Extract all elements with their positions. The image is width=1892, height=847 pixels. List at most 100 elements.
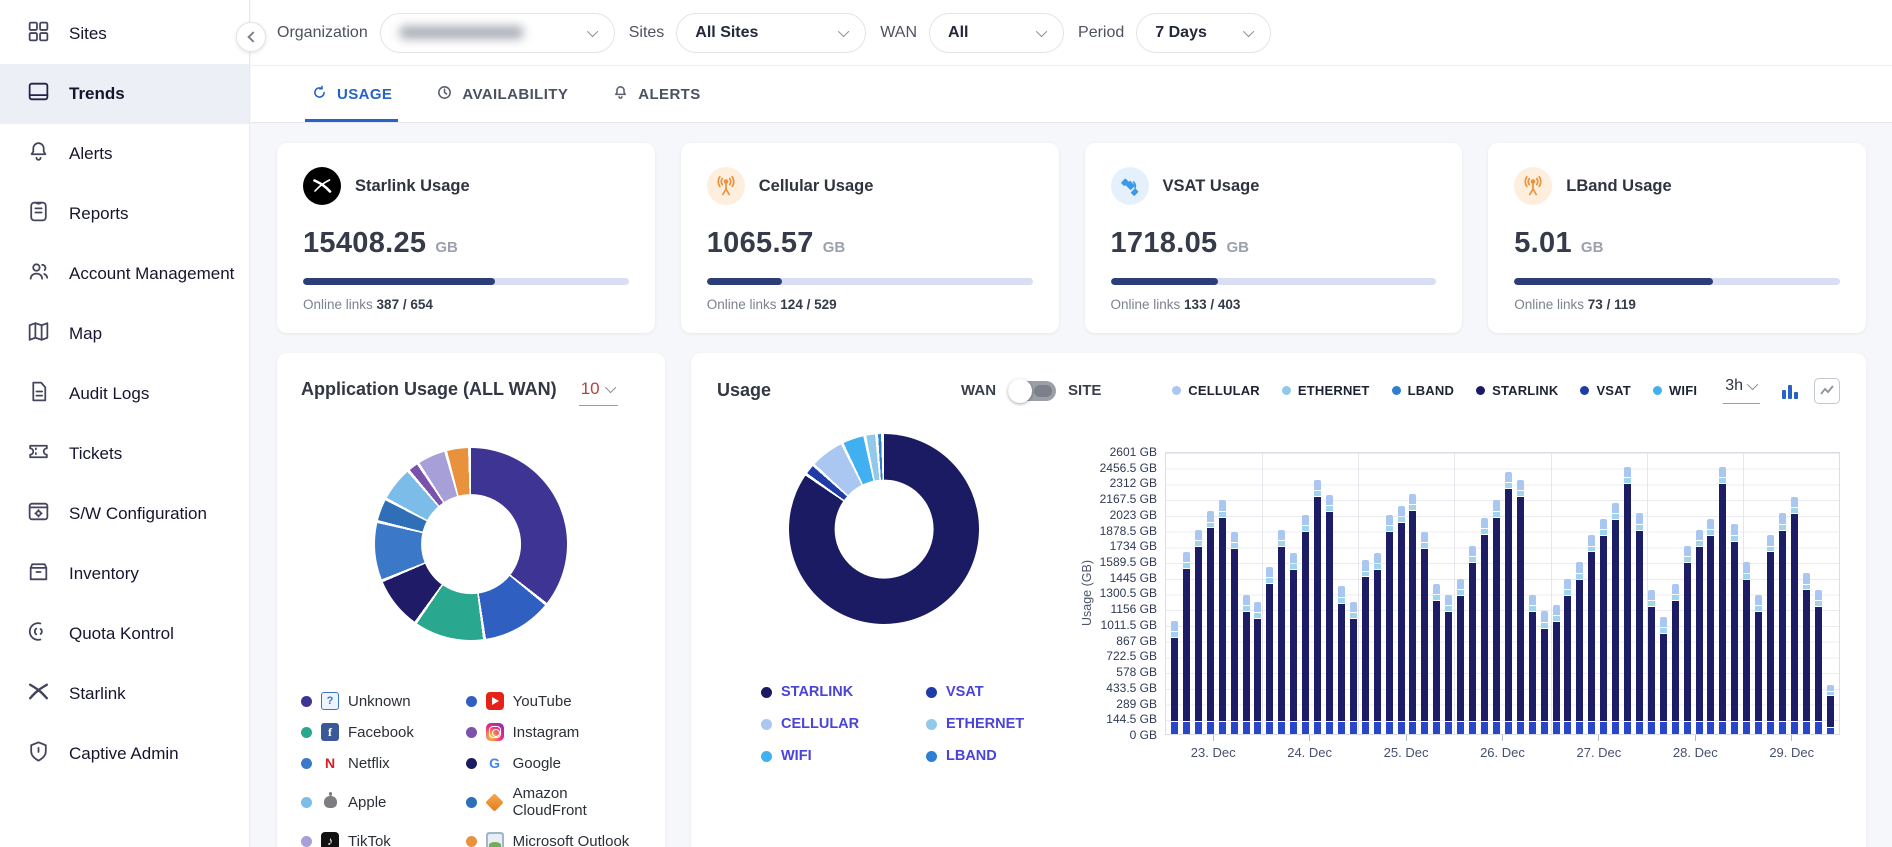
series-legend-lband[interactable]: LBAND [1392,383,1455,398]
usage-bar-21[interactable] [1421,532,1428,734]
app-legend-item-tiktok[interactable]: ♪TikTok [301,832,458,847]
usage-bar-3[interactable] [1207,511,1214,734]
usage-bar-34[interactable] [1576,562,1583,734]
usage-bar-23[interactable] [1445,595,1452,734]
usage-bar-28[interactable] [1505,472,1512,734]
series-legend-vsat[interactable]: VSAT [1580,383,1631,398]
usage-bar-42[interactable] [1672,584,1679,734]
tab-usage[interactable]: USAGE [311,66,392,122]
usage-bar-29[interactable] [1517,480,1524,734]
usage-bar-1[interactable] [1183,552,1190,734]
usage-bar-26[interactable] [1481,518,1488,734]
usage-legend-cellular[interactable]: CELLULAR [761,716,926,732]
wan-select[interactable]: All [929,13,1064,53]
usage-bar-53[interactable] [1803,573,1810,734]
usage-bar-32[interactable] [1553,605,1560,734]
usage-legend-starlink[interactable]: STARLINK [761,684,926,700]
sidebar-item-s-w-configuration[interactable]: S/W Configuration [0,484,249,544]
bar-chart-icon[interactable] [1780,381,1800,401]
usage-bar-39[interactable] [1636,513,1643,734]
sidebar-item-inventory[interactable]: Inventory [0,544,249,604]
sidebar-collapse-button[interactable] [236,22,266,52]
tab-availability[interactable]: AVAILABILITY [436,66,568,122]
organization-select[interactable] [380,13,615,53]
period-select[interactable]: 7 Days [1136,13,1271,53]
series-legend-starlink[interactable]: STARLINK [1476,383,1558,398]
usage-bar-43[interactable] [1684,546,1691,734]
series-legend-cellular[interactable]: CELLULAR [1172,383,1260,398]
usage-bar-10[interactable] [1290,553,1297,734]
sidebar-item-map[interactable]: Map [0,304,249,364]
usage-bar-2[interactable] [1195,530,1202,734]
series-legend-ethernet[interactable]: ETHERNET [1282,383,1370,398]
usage-bar-30[interactable] [1529,595,1536,734]
usage-bar-36[interactable] [1600,519,1607,734]
line-chart-icon[interactable] [1814,378,1840,404]
usage-bar-40[interactable] [1648,590,1655,734]
usage-bar-5[interactable] [1231,532,1238,734]
usage-donut-chart[interactable] [789,434,979,624]
usage-bar-16[interactable] [1362,560,1369,734]
usage-bar-20[interactable] [1409,494,1416,734]
usage-bar-19[interactable] [1398,506,1405,734]
app-legend-item-youtube[interactable]: YouTube [466,692,641,710]
usage-bar-44[interactable] [1696,530,1703,734]
usage-legend-wifi[interactable]: WIFI [761,748,926,764]
usage-bar-4[interactable] [1219,500,1226,734]
sidebar-item-trends[interactable]: Trends [0,64,249,124]
top-count-select[interactable]: 10 [579,379,618,406]
sidebar-item-alerts[interactable]: Alerts [0,124,249,184]
bar-chart-plot-area[interactable] [1165,452,1840,735]
usage-bar-47[interactable] [1731,524,1738,734]
app-legend-item-unknown[interactable]: ?Unknown [301,692,458,710]
usage-bar-27[interactable] [1493,500,1500,734]
sidebar-item-starlink[interactable]: Starlink [0,664,249,724]
usage-bar-35[interactable] [1588,535,1595,734]
usage-bar-14[interactable] [1338,586,1345,734]
usage-bar-11[interactable] [1302,515,1309,734]
app-legend-item-instagram[interactable]: Instagram [466,723,641,741]
usage-bar-24[interactable] [1457,579,1464,734]
usage-legend-vsat[interactable]: VSAT [926,684,1091,700]
usage-legend-ethernet[interactable]: ETHERNET [926,716,1091,732]
usage-bar-0[interactable] [1171,621,1178,734]
usage-bar-18[interactable] [1386,515,1393,734]
usage-bar-33[interactable] [1564,579,1571,734]
sites-select[interactable]: All Sites [676,13,866,53]
usage-bar-46[interactable] [1719,467,1726,734]
usage-bar-52[interactable] [1791,497,1798,734]
usage-bar-6[interactable] [1243,595,1250,734]
usage-bar-13[interactable] [1326,495,1333,734]
sidebar-item-audit-logs[interactable]: Audit Logs [0,364,249,424]
usage-bar-15[interactable] [1350,602,1357,734]
usage-bar-50[interactable] [1767,535,1774,734]
app-legend-item-facebook[interactable]: fFacebook [301,723,458,741]
usage-bar-8[interactable] [1266,567,1273,734]
app-legend-item-microsoft-outlook[interactable]: Microsoft Outlook [466,832,641,847]
wan-site-toggle[interactable] [1008,381,1056,401]
usage-bar-25[interactable] [1469,546,1476,734]
sidebar-item-quota-kontrol[interactable]: Quota Kontrol [0,604,249,664]
usage-bar-31[interactable] [1541,611,1548,734]
sidebar-item-reports[interactable]: Reports [0,184,249,244]
app-legend-item-apple[interactable]: Apple [301,785,458,819]
usage-bar-49[interactable] [1755,595,1762,734]
sidebar-item-account-management[interactable]: Account Management [0,244,249,304]
sidebar-item-tickets[interactable]: Tickets [0,424,249,484]
usage-bar-22[interactable] [1433,584,1440,734]
usage-bar-55[interactable] [1827,685,1834,734]
app-legend-item-google[interactable]: GGoogle [466,754,641,772]
sidebar-item-captive-admin[interactable]: Captive Admin [0,724,249,784]
usage-bar-37[interactable] [1612,503,1619,734]
application-usage-donut-chart[interactable] [375,448,567,640]
app-legend-item-amazon-cloudfront[interactable]: Amazon CloudFront [466,785,641,819]
usage-bar-45[interactable] [1707,519,1714,734]
app-legend-item-netflix[interactable]: NNetflix [301,754,458,772]
usage-legend-lband[interactable]: LBAND [926,748,1091,764]
usage-bar-48[interactable] [1743,562,1750,734]
usage-bar-17[interactable] [1374,553,1381,734]
usage-bar-12[interactable] [1314,480,1321,734]
usage-bar-54[interactable] [1815,590,1822,734]
usage-bar-7[interactable] [1254,602,1261,734]
tab-alerts[interactable]: ALERTS [612,66,700,122]
